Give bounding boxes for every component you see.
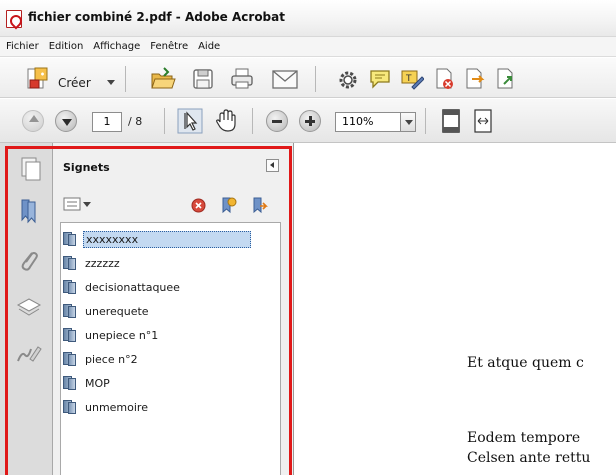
chevron-down-icon[interactable]	[107, 80, 115, 85]
menu-fichier[interactable]: Fichier	[6, 41, 39, 52]
menu-fenetre[interactable]: Fenêtre	[150, 41, 188, 52]
bookmark-label: unerequete	[85, 304, 149, 318]
bookmark-icon	[63, 256, 77, 270]
toolbar-divider	[315, 66, 316, 92]
bookmark-label: unmemoire	[85, 400, 148, 414]
new-bookmark-icon[interactable]	[219, 196, 237, 214]
options-menu-button[interactable]	[63, 197, 91, 213]
create-label[interactable]: Créer	[58, 76, 91, 90]
arrow-down-icon	[62, 119, 72, 126]
document-text-line: Et atque quem c	[467, 355, 584, 371]
zoom-in-button[interactable]	[299, 110, 321, 132]
hand-tool-icon[interactable]	[213, 108, 239, 134]
settings-icon[interactable]	[338, 70, 358, 90]
pdf-upload-icon[interactable]	[494, 67, 518, 91]
svg-text:T: T	[405, 74, 412, 84]
bookmark-item[interactable]: unmemoire	[63, 398, 150, 416]
page-number-input[interactable]: 1	[92, 112, 122, 132]
bookmarks-panel-icon[interactable]	[17, 198, 41, 224]
previous-page-button[interactable]	[22, 110, 44, 132]
pages-panel-icon[interactable]	[17, 156, 43, 182]
zoom-dropdown-button[interactable]	[400, 112, 416, 132]
attachments-panel-icon[interactable]	[18, 248, 40, 274]
bookmark-item[interactable]: unepiece n°1	[63, 326, 160, 344]
bookmark-item[interactable]: decisionattaquee	[63, 278, 182, 296]
next-page-button[interactable]	[55, 110, 77, 132]
toolbar-divider	[125, 66, 126, 92]
signatures-panel-icon[interactable]	[16, 343, 42, 365]
bookmark-item[interactable]: MOP	[63, 374, 112, 392]
delete-bookmark-icon[interactable]	[191, 198, 206, 213]
print-icon[interactable]	[230, 67, 254, 91]
bookmark-label: piece n°2	[85, 352, 138, 366]
email-icon[interactable]	[272, 70, 298, 89]
bookmark-label: MOP	[85, 376, 110, 390]
create-pdf-icon[interactable]	[25, 66, 51, 92]
bookmark-label: zzzzzz	[85, 256, 120, 270]
pdf-delete-icon[interactable]	[433, 67, 457, 91]
comment-icon[interactable]	[368, 68, 392, 90]
bookmark-icon	[63, 400, 77, 414]
minus-icon	[272, 120, 282, 123]
menu-edition[interactable]: Edition	[49, 41, 84, 52]
chevron-down-icon	[405, 120, 413, 125]
main-toolbar	[0, 58, 616, 98]
layers-panel-icon[interactable]	[16, 297, 42, 319]
toolbar-divider	[164, 108, 165, 134]
zoom-out-button[interactable]	[266, 110, 288, 132]
menu-aide[interactable]: Aide	[198, 41, 220, 52]
window-title: fichier combiné 2.pdf - Adobe Acrobat	[28, 10, 285, 24]
toolbar-divider	[425, 108, 426, 134]
bookmark-label: unepiece n°1	[85, 328, 159, 342]
zoom-input[interactable]: 110%	[335, 112, 401, 132]
bookmark-icon	[63, 304, 77, 318]
page-total-label: / 8	[128, 115, 143, 128]
document-text-line: Eodem tempore	[467, 430, 581, 446]
bookmark-icon	[63, 376, 77, 390]
bookmark-item[interactable]: xxxxxxxx	[63, 230, 251, 248]
bookmark-label: decisionattaquee	[85, 280, 180, 294]
bookmark-item[interactable]: piece n°2	[63, 350, 140, 368]
fit-width-icon[interactable]	[472, 109, 494, 133]
fit-page-icon[interactable]	[440, 109, 462, 133]
bookmark-label: xxxxxxxx	[83, 230, 251, 248]
toolbar-divider	[252, 108, 253, 134]
bookmark-icon	[63, 232, 77, 246]
acrobat-pdf-icon	[6, 10, 22, 28]
title-bar: fichier combiné 2.pdf - Adobe Acrobat	[0, 0, 616, 37]
select-tool-icon[interactable]	[177, 108, 203, 134]
document-text-line: Celsen ante rettu	[467, 450, 591, 466]
bookmark-item[interactable]: unerequete	[63, 302, 151, 320]
panel-title: Signets	[63, 161, 110, 174]
document-view[interactable]	[293, 143, 616, 475]
bookmark-icon	[63, 352, 77, 366]
sign-icon[interactable]: T	[400, 67, 424, 91]
menu-affichage[interactable]: Affichage	[93, 41, 140, 52]
chevron-down-icon	[83, 202, 91, 207]
bookmark-item[interactable]: zzzzzz	[63, 254, 122, 272]
options-icon	[63, 197, 81, 211]
save-icon[interactable]	[192, 68, 214, 90]
arrow-up-icon	[29, 115, 39, 122]
bookmark-icon	[63, 280, 77, 294]
expand-bookmark-icon[interactable]	[250, 196, 268, 214]
bookmark-icon	[63, 328, 77, 342]
menu-bar: Fichier Edition Affichage Fenêtre Aide	[0, 37, 616, 57]
pdf-export-icon[interactable]	[463, 67, 487, 91]
bookmarks-tree: xxxxxxxx zzzzzz decisionattaquee unerequ…	[60, 222, 281, 475]
collapse-panel-button[interactable]	[266, 159, 279, 172]
open-folder-icon[interactable]	[150, 66, 176, 92]
